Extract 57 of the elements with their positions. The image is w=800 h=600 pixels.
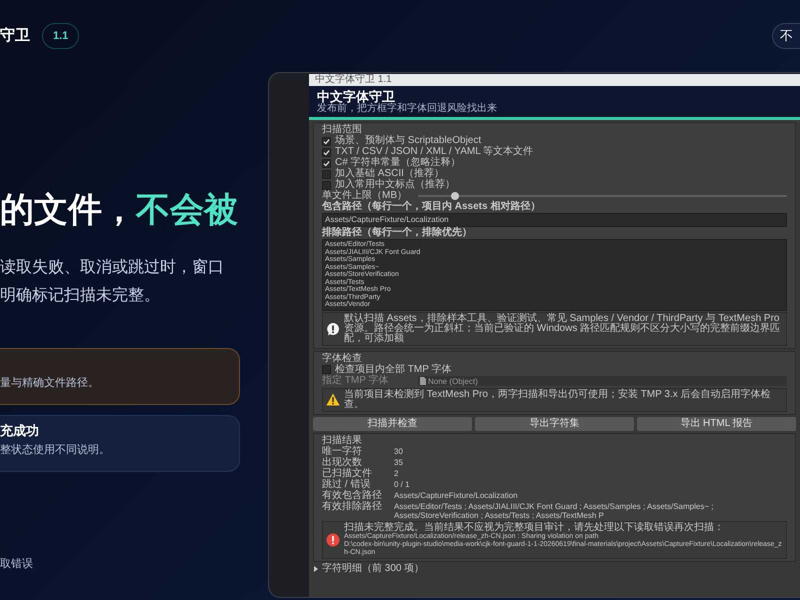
result-value: 2 bbox=[394, 468, 400, 478]
warning-text: 当前项目未检测到 TextMesh Pro，两字扫描和导出仍可使用；安装 TMP 3.x 后会自动启用字体检查。 bbox=[344, 390, 772, 410]
hero-text: 明确标记扫描未完整。 bbox=[0, 286, 161, 306]
info-icon bbox=[326, 322, 340, 336]
file-icon bbox=[420, 377, 426, 385]
slider-label: 单文件上限（MB） bbox=[322, 191, 407, 201]
nav-button[interactable]: 不 bbox=[772, 23, 800, 49]
checkbox[interactable] bbox=[322, 158, 331, 168]
section-title: 扫描范围 bbox=[322, 125, 363, 135]
footer-text: 取错误 bbox=[0, 557, 34, 572]
section-title: 扫描结果 bbox=[322, 436, 363, 446]
warning-icon bbox=[326, 393, 340, 406]
checkbox[interactable] bbox=[322, 136, 331, 146]
action-button[interactable]: 导出 HTML 报告 bbox=[637, 416, 796, 430]
result-value: Assets/Editor/Tests ; Assets/JIALIII/CJK Font Guard ; Assets/Samples ; Assets/Samples~ ; Assets/StoreVerification ; Assets/Tests ; Assets/TextMesh P bbox=[394, 502, 714, 520]
result-label: 跳过 / 错误 bbox=[322, 480, 372, 490]
help-text: 默认扫描 Assets，排除样本工具、验证测试、常见 Samples / Vendor / ThirdParty 与 TextMesh Pro 资源。路径会统一为正斜杠；当前已验证的 Windows 路径匹配规则不区分大小写的完整前缀边界匹配，可添加额 bbox=[344, 314, 782, 344]
card-text: 整状态使用不同说明。 bbox=[0, 443, 111, 457]
checkbox[interactable] bbox=[322, 148, 331, 156]
result-label: 出现次数 bbox=[322, 458, 363, 468]
action-button[interactable]: 导出字符集 bbox=[475, 416, 634, 430]
error-text: 扫描未完整完成。当前结果不应视为完整项目审计，请先处理以下读取错误再次扫描： bbox=[344, 522, 725, 532]
hero-heading: 的文件，不会被 bbox=[0, 190, 239, 230]
app-subtitle: 发布前，把方框字和字体回退风险找出来 bbox=[317, 104, 498, 114]
section-title: 字体检查 bbox=[322, 354, 363, 364]
option-label: 检查项目内全部 TMP 字体 bbox=[335, 364, 452, 374]
checkbox[interactable] bbox=[322, 170, 331, 178]
window-title: 中文字体守卫 1.1 bbox=[309, 74, 800, 86]
error-icon bbox=[326, 532, 340, 546]
checkbox[interactable] bbox=[322, 180, 331, 190]
field-label: 包含路径（每行一个，项目内 Assets 相对路径） bbox=[322, 202, 542, 212]
option-label: TXT / CSV / JSON / XML / YAML 等文本文件 bbox=[335, 147, 534, 157]
version-badge: 1.1 bbox=[42, 22, 80, 50]
result-label: 唯一字符 bbox=[322, 446, 363, 456]
path-line: Assets/CaptureFixture/Localization bbox=[325, 215, 450, 224]
result-label: 有效包含路径 bbox=[322, 490, 383, 500]
result-value: 0 / 1 bbox=[394, 480, 411, 490]
result-value: 30 bbox=[394, 446, 404, 456]
option-label: 场景、预制体与 ScriptableObject bbox=[335, 136, 482, 146]
option-label: 加入常用中文标点（推荐） bbox=[335, 180, 455, 190]
option-label: 加入基础 ASCII（推荐） bbox=[335, 169, 444, 179]
result-value: 35 bbox=[394, 458, 404, 468]
include-paths-field[interactable]: Assets/CaptureFixture/Localization bbox=[322, 213, 787, 227]
details-foldout[interactable]: 字符明细（前 300 项） bbox=[313, 564, 796, 574]
option-label: C# 字符串常量（忽略注释） bbox=[335, 158, 461, 168]
card-title: 充成功 bbox=[0, 423, 40, 439]
result-value: Assets/CaptureFixture/Localization bbox=[394, 490, 519, 500]
result-label: 有效排除路径 bbox=[322, 502, 383, 514]
result-label: 已扫描文件 bbox=[322, 468, 373, 478]
action-button[interactable]: 扫描并检查 bbox=[313, 416, 472, 430]
slider-thumb[interactable] bbox=[450, 192, 459, 200]
checkbox[interactable] bbox=[322, 365, 331, 374]
field-label: 排除路径（每行一个，排除优先） bbox=[322, 228, 473, 238]
hero-text: 读取失败、取消或跳过时，窗口 bbox=[0, 258, 225, 278]
card-text: 量与精确文件路径。 bbox=[0, 376, 100, 390]
brand-title: 守卫 bbox=[0, 26, 30, 46]
app-title: 中文字体守卫 bbox=[317, 89, 395, 104]
